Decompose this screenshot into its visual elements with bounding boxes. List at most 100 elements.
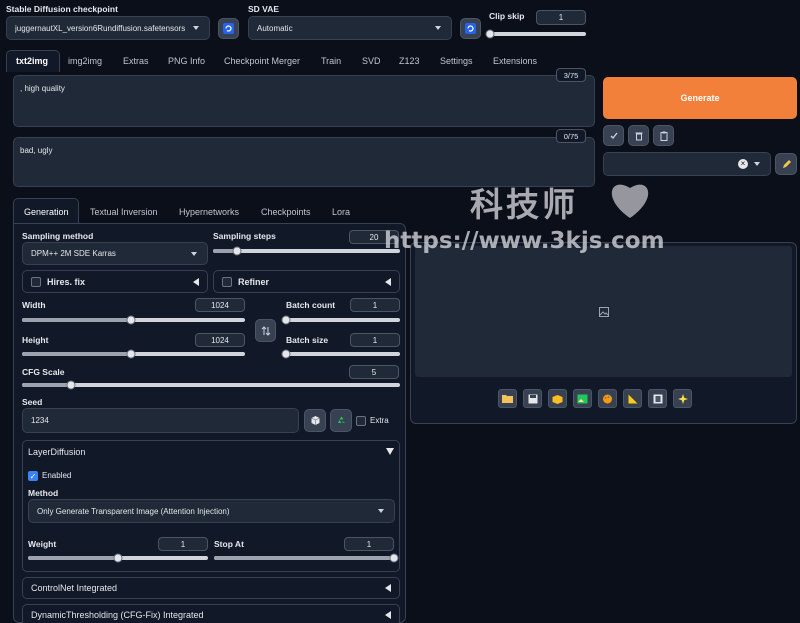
clip-skip-input[interactable]: 1: [536, 10, 586, 25]
width-input[interactable]: 1024: [195, 298, 245, 312]
slider-thumb[interactable]: [281, 349, 291, 359]
negative-token-counter: 0/75: [556, 129, 586, 143]
height-input[interactable]: 1024: [195, 333, 245, 347]
prompt-textarea[interactable]: , high quality: [13, 75, 595, 127]
extra-seed-checkbox[interactable]: [356, 416, 366, 426]
extras-magic-button[interactable]: [673, 389, 692, 408]
checkpoint-select[interactable]: juggernautXL_version6Rundiffusion.safete…: [6, 16, 210, 40]
tab-img2img[interactable]: img2img: [68, 56, 102, 66]
slider-thumb[interactable]: [485, 29, 495, 39]
tab-checkpoint-merger[interactable]: Checkpoint Merger: [224, 56, 300, 66]
refiner-accordion[interactable]: Refiner: [213, 270, 400, 293]
chevron-down-icon: [193, 26, 199, 30]
check-icon: [610, 132, 618, 139]
slider-thumb[interactable]: [232, 246, 242, 256]
tab-z123[interactable]: Z123: [399, 56, 420, 66]
slider-thumb[interactable]: [113, 553, 123, 563]
slider-thumb[interactable]: [66, 380, 76, 390]
batch-count-input[interactable]: 1: [350, 298, 400, 312]
weight-label: Weight: [28, 539, 57, 549]
sampling-steps-slider[interactable]: [213, 246, 400, 256]
collapse-arrow-icon: [385, 584, 391, 592]
batch-count-slider[interactable]: [281, 315, 400, 325]
slider-thumb[interactable]: [281, 315, 291, 325]
output-image-area[interactable]: [415, 246, 792, 377]
send-to-inpaint-button[interactable]: [598, 389, 617, 408]
cfg-scale-slider[interactable]: [22, 380, 400, 390]
vae-label: SD VAE: [248, 4, 280, 14]
layerdiffusion-enabled-label: Enabled: [42, 471, 72, 480]
sub-tabs: Generation Textual Inversion Hypernetworks…: [13, 198, 403, 224]
slider-thumb[interactable]: [126, 349, 136, 359]
clip-skip-label: Clip skip: [489, 11, 525, 21]
chevron-down-icon: [435, 26, 441, 30]
sampling-method-select[interactable]: DPM++ 2M SDE Karras: [22, 242, 208, 265]
paste-clipboard-button[interactable]: [653, 125, 674, 146]
vae-select[interactable]: Automatic: [248, 16, 452, 40]
controlnet-accordion[interactable]: ControlNet Integrated: [22, 577, 400, 599]
weight-input[interactable]: 1: [158, 537, 208, 551]
batch-count-label: Batch count: [286, 300, 336, 310]
apply-styles-button[interactable]: [603, 125, 624, 146]
tab-png-info[interactable]: PNG Info: [168, 56, 205, 66]
batch-size-input[interactable]: 1: [350, 333, 400, 347]
hires-fix-accordion[interactable]: Hires. fix: [22, 270, 208, 293]
layerdiffusion-enabled-checkbox[interactable]: ✓: [28, 471, 38, 481]
edit-styles-button[interactable]: [775, 153, 797, 175]
styles-select[interactable]: ×: [603, 152, 771, 176]
subtab-hypernetworks[interactable]: Hypernetworks: [179, 207, 239, 217]
subtab-textual-inversion[interactable]: Textual Inversion: [90, 207, 158, 217]
dynamic-thresholding-accordion[interactable]: DynamicThresholding (CFG-Fix) Integrated: [22, 604, 400, 623]
image-icon: [577, 394, 588, 403]
expand-arrow-icon[interactable]: [386, 448, 394, 455]
refresh-checkpoint-button[interactable]: [218, 18, 239, 39]
collapse-arrow-icon: [385, 611, 391, 619]
refiner-checkbox[interactable]: [222, 276, 232, 287]
slider-thumb[interactable]: [389, 553, 399, 563]
generate-button[interactable]: Generate: [603, 77, 797, 119]
slider-thumb[interactable]: [126, 315, 136, 325]
hires-fix-checkbox[interactable]: [31, 276, 41, 287]
tab-train[interactable]: Train: [321, 56, 341, 66]
seed-input[interactable]: 1234: [22, 408, 299, 433]
refresh-vae-button[interactable]: [460, 18, 481, 39]
stop-at-input[interactable]: 1: [344, 537, 394, 551]
save-icon: [528, 394, 537, 403]
layerdiffusion-title[interactable]: LayerDiffusion: [28, 447, 85, 457]
save-button[interactable]: [523, 389, 542, 408]
tab-settings[interactable]: Settings: [440, 56, 473, 66]
collapse-arrow-icon: [385, 277, 391, 286]
weight-slider[interactable]: [28, 553, 208, 563]
info-button[interactable]: [648, 389, 667, 408]
swap-dimensions-button[interactable]: [255, 319, 276, 342]
subtab-generation[interactable]: Generation: [24, 207, 69, 217]
tab-extensions[interactable]: Extensions: [493, 56, 537, 66]
clear-icon[interactable]: ×: [738, 159, 748, 169]
subtab-checkpoints[interactable]: Checkpoints: [261, 207, 311, 217]
width-slider[interactable]: [22, 315, 245, 325]
open-folder-button[interactable]: [498, 389, 517, 408]
tab-extras[interactable]: Extras: [123, 56, 149, 66]
stop-at-slider[interactable]: [214, 553, 399, 563]
tab-svd[interactable]: SVD: [362, 56, 381, 66]
layerdiffusion-method-select[interactable]: Only Generate Transparent Image (Attenti…: [28, 499, 395, 523]
cfg-scale-input[interactable]: 5: [349, 365, 399, 379]
prompt-token-counter: 3/75: [556, 68, 586, 82]
subtab-lora[interactable]: Lora: [332, 207, 350, 217]
clear-prompt-button[interactable]: [628, 125, 649, 146]
send-to-extras-button[interactable]: [623, 389, 642, 408]
reuse-seed-button[interactable]: [330, 409, 352, 432]
stop-at-label: Stop At: [214, 539, 244, 549]
clip-skip-slider[interactable]: [485, 29, 586, 39]
folder-icon: [502, 395, 513, 403]
send-to-img2img-button[interactable]: [573, 389, 592, 408]
zip-button[interactable]: [548, 389, 567, 408]
tab-txt2img[interactable]: txt2img: [16, 56, 48, 66]
layerdiffusion-method-value: Only Generate Transparent Image (Attenti…: [37, 506, 230, 516]
swap-icon: [261, 325, 270, 336]
refiner-label: Refiner: [238, 276, 270, 287]
random-seed-button[interactable]: [304, 409, 326, 432]
batch-size-slider[interactable]: [281, 349, 400, 359]
checkpoint-value: juggernautXL_version6Rundiffusion.safete…: [15, 23, 186, 33]
height-slider[interactable]: [22, 349, 245, 359]
